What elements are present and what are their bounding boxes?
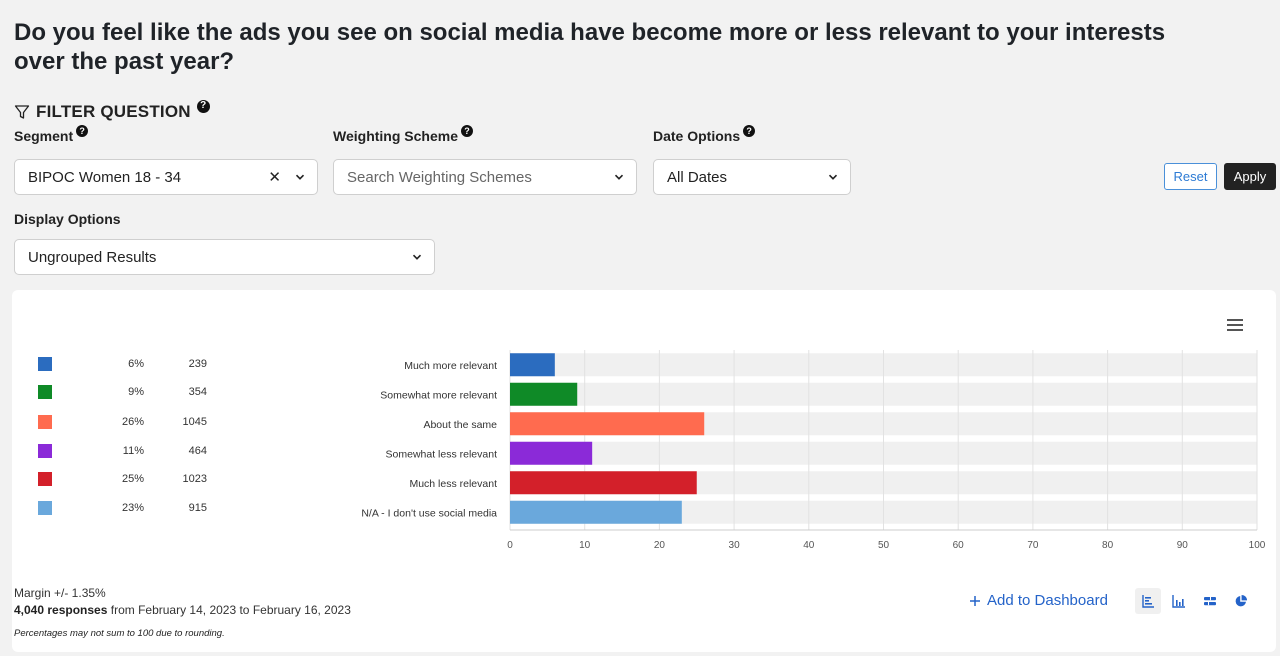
legend-row: 26% 1045 [38, 414, 207, 430]
category-label: Much less relevant [409, 478, 497, 490]
date-options-label: Date Options ? [653, 125, 756, 144]
legend-swatch [38, 357, 52, 371]
legend-percent: 23% [121, 502, 144, 514]
weighting-label-text: Weighting Scheme [333, 128, 458, 144]
legend-swatch [38, 444, 52, 458]
bar [510, 500, 682, 524]
x-tick-label: 100 [1249, 540, 1265, 551]
legend-count: 354 [188, 386, 207, 398]
x-tick-label: 30 [729, 540, 741, 551]
legend-percent: 11% [122, 445, 144, 457]
legend-swatch [38, 385, 52, 399]
segment-label-text: Segment [14, 128, 74, 144]
chevron-down-icon[interactable] [295, 172, 305, 182]
responses-count: 4,040 responses [14, 603, 108, 617]
weighting-scheme-input[interactable]: Search Weighting Schemes [347, 169, 614, 186]
display-options-label: Display Options [14, 211, 121, 227]
weighting-scheme-select[interactable]: Search Weighting Schemes [333, 159, 637, 195]
filter-question-heading[interactable]: FILTER QUESTION ? [14, 99, 210, 123]
horizontal-bar-view-icon [1142, 595, 1154, 608]
category-label: About the same [423, 419, 497, 431]
bar-chart: Much more relevant Somewhat more relevant… [361, 350, 1265, 551]
category-label: Much more relevant [404, 360, 497, 372]
category-label: N/A - I don't use social media [361, 507, 497, 519]
add-to-dashboard-button[interactable]: Add to Dashboard [969, 592, 1108, 609]
rounding-note: Percentages may not sum to 100 due to ro… [14, 628, 225, 639]
legend-row: 6% 239 [38, 356, 207, 372]
stacked-bar-view-button[interactable] [1197, 588, 1223, 614]
chevron-down-icon[interactable] [828, 172, 838, 182]
bar [510, 441, 593, 465]
bar [510, 353, 555, 377]
x-tick-label: 90 [1177, 540, 1189, 551]
segment-label: Segment ? [14, 125, 89, 144]
legend-count: 1023 [182, 473, 207, 485]
category-label: Somewhat more relevant [380, 389, 497, 401]
date-label-text: Date Options [653, 128, 741, 144]
x-tick-label: 20 [654, 540, 666, 551]
column-bar-view-icon [1172, 595, 1185, 608]
legend-row: 11% 464 [38, 443, 207, 459]
question-title: Do you feel like the ads you see on soci… [14, 19, 1166, 75]
segment-value: BIPOC Women 18 - 34 [28, 168, 182, 186]
legend-row: 23% 915 [38, 500, 207, 516]
filter-icon [14, 105, 30, 119]
legend-count: 915 [188, 502, 207, 514]
x-tick-label: 50 [878, 540, 890, 551]
legend-percent: 6% [128, 358, 144, 370]
column-bar-view-button[interactable] [1166, 588, 1192, 614]
legend-row: 9% 354 [38, 384, 207, 400]
legend-swatch [38, 501, 52, 515]
clear-segment-icon[interactable]: ✕ [268, 168, 281, 186]
hamburger-menu-icon[interactable] [1226, 318, 1244, 332]
category-label: Somewhat less relevant [386, 448, 498, 460]
legend-count: 239 [188, 358, 207, 370]
filter-heading-label: FILTER QUESTION [36, 102, 191, 121]
date-options-value: All Dates [667, 168, 728, 186]
legend-swatch [38, 415, 52, 429]
legend-count: 464 [188, 445, 207, 457]
bar [510, 471, 697, 495]
x-tick-label: 80 [1102, 540, 1114, 551]
x-tick-label: 40 [803, 540, 815, 551]
apply-button[interactable]: Apply [1224, 163, 1276, 190]
chevron-down-icon[interactable] [412, 252, 422, 262]
x-tick-label: 0 [507, 540, 513, 551]
x-tick-label: 60 [953, 540, 965, 551]
responses-summary: 4,040 responses from February 14, 2023 t… [14, 603, 351, 617]
date-options-select[interactable]: All Dates [653, 159, 851, 195]
add-to-dashboard-label: Add to Dashboard [987, 592, 1108, 609]
chevron-down-icon[interactable] [614, 172, 624, 182]
bar [510, 382, 578, 406]
segment-select[interactable]: BIPOC Women 18 - 34 ✕ [14, 159, 318, 195]
segment-help-icon[interactable]: ? [76, 125, 89, 137]
legend-percent: 26% [121, 416, 144, 428]
bar [510, 412, 705, 436]
legend-swatch [38, 472, 52, 486]
weighting-help-icon[interactable]: ? [460, 125, 473, 137]
stacked-bar-view-icon [1204, 597, 1216, 606]
date-help-icon[interactable]: ? [743, 125, 756, 137]
pie-view-button[interactable] [1228, 588, 1254, 614]
responses-date-range: from February 14, 2023 to February 16, 2… [107, 603, 351, 617]
display-options-value: Ungrouped Results [28, 248, 157, 266]
help-icon[interactable]: ? [196, 99, 210, 113]
legend-percent: 25% [121, 473, 144, 485]
legend-percent: 9% [128, 386, 144, 398]
reset-button[interactable]: Reset [1164, 163, 1217, 190]
horizontal-bar-view-button[interactable] [1135, 588, 1161, 614]
x-tick-label: 70 [1027, 540, 1039, 551]
pie-view-icon [1235, 594, 1248, 607]
margin-of-error: Margin +/- 1.35% [14, 586, 106, 600]
legend-row: 25% 1023 [38, 471, 207, 487]
legend-count: 1045 [182, 416, 207, 428]
display-options-select[interactable]: Ungrouped Results [14, 239, 435, 275]
plus-icon [970, 595, 980, 606]
weighting-scheme-label: Weighting Scheme ? [333, 125, 473, 144]
x-tick-label: 10 [579, 540, 591, 551]
